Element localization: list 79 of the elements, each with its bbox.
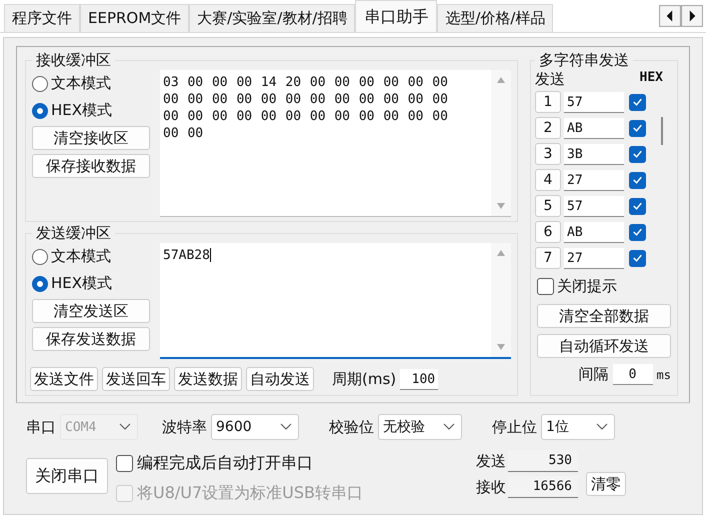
action-button[interactable]: 发送数据	[174, 367, 242, 391]
hex-checkbox[interactable]	[629, 224, 646, 240]
action-button[interactable]: 自动循环发送	[537, 334, 671, 358]
action-button[interactable]: 发送文件	[30, 367, 98, 391]
hex-checkbox[interactable]	[629, 250, 646, 266]
radio-button[interactable]	[32, 248, 48, 264]
group-title: 接收缓冲区	[35, 51, 112, 70]
group-title: 发送缓冲区	[35, 224, 112, 243]
send-index-button[interactable]: 1	[535, 91, 561, 113]
chevron-down-icon	[119, 423, 131, 431]
setting-label: 波特率	[162, 418, 207, 436]
close-port-button[interactable]: 关闭串口	[26, 458, 108, 494]
chevron-down-icon	[280, 423, 292, 431]
checkbox-label: 将U8/U7设置为标准USB转串口	[137, 482, 364, 504]
radio-label: HEX模式	[51, 101, 112, 120]
column-header: HEX	[640, 70, 663, 87]
send-index-button[interactable]: 6	[535, 221, 561, 243]
tab[interactable]: 串口助手	[355, 0, 438, 32]
counter-label: 接收	[476, 478, 506, 496]
tab[interactable]: 程序文件	[4, 4, 80, 32]
string-field[interactable]: 27	[564, 170, 624, 190]
scroll-left-icon[interactable]	[659, 5, 681, 27]
checkbox[interactable]	[537, 278, 554, 295]
period-field[interactable]: 100	[400, 368, 438, 390]
group-title: 多字符串发送	[538, 51, 630, 70]
send-index-button[interactable]: 7	[535, 247, 561, 269]
radio-label: HEX模式	[51, 274, 112, 293]
send-index-button[interactable]: 5	[535, 195, 561, 217]
radio-label: 文本模式	[51, 247, 111, 266]
radio-button[interactable]	[32, 276, 48, 292]
string-field[interactable]: AB	[564, 118, 624, 138]
radio-label: 文本模式	[51, 74, 111, 93]
checkbox[interactable]	[116, 454, 133, 472]
dropdown[interactable]: 无校验	[378, 414, 462, 440]
string-field[interactable]: 3B	[564, 144, 624, 164]
send-data: 57AB28	[162, 247, 211, 264]
counter-label: 发送	[476, 452, 506, 470]
chevron-down-icon	[443, 423, 455, 431]
dropdown[interactable]: 1位	[541, 414, 615, 440]
action-button[interactable]: 清空发送区	[32, 299, 150, 323]
send-index-button[interactable]: 3	[535, 143, 561, 165]
tab[interactable]: 大赛/实验室/教材/招聘	[189, 4, 356, 32]
action-button[interactable]: 保存接收数据	[32, 154, 150, 178]
dropdown[interactable]: 9600	[211, 414, 299, 440]
hex-checkbox[interactable]	[629, 172, 646, 188]
setting-label: 串口	[26, 418, 56, 436]
action-button[interactable]: 自动发送	[246, 367, 314, 391]
string-field[interactable]: 57	[564, 196, 624, 216]
setting-label: 校验位	[329, 418, 374, 436]
chevron-down-icon	[596, 423, 608, 431]
action-button[interactable]: 清空接收区	[32, 126, 150, 150]
period-label: 周期(ms)	[332, 370, 396, 388]
radio-button[interactable]	[32, 76, 48, 92]
string-field[interactable]: 27	[564, 248, 624, 268]
hex-checkbox[interactable]	[629, 198, 646, 214]
action-button[interactable]: 保存发送数据	[32, 327, 150, 351]
string-field[interactable]: AB	[564, 222, 624, 242]
checkbox-label: 关闭提示	[557, 277, 617, 296]
radio-button[interactable]	[32, 102, 48, 118]
scrollbar-thumb[interactable]	[661, 117, 663, 145]
unit-label: ms	[656, 368, 671, 382]
tab[interactable]: 选型/价格/样品	[437, 4, 554, 32]
hex-checkbox[interactable]	[629, 94, 646, 110]
tab[interactable]: EEPROM文件	[80, 4, 190, 32]
column-header: 发送	[535, 70, 565, 89]
interval-label: 间隔	[578, 365, 609, 384]
hex-checkbox[interactable]	[629, 120, 646, 136]
reset-button[interactable]: 清零	[586, 472, 626, 496]
hex-checkbox[interactable]	[629, 146, 646, 162]
action-button[interactable]: 发送回车	[102, 367, 170, 391]
scroll-right-icon[interactable]	[681, 5, 703, 27]
string-field[interactable]: 57	[564, 92, 624, 112]
setting-label: 停止位	[492, 418, 537, 436]
checkbox-label: 编程完成后自动打开串口	[137, 452, 313, 474]
send-index-button[interactable]: 4	[535, 169, 561, 191]
interval-field[interactable]: 0	[612, 364, 653, 385]
send-index-button[interactable]: 2	[535, 117, 561, 139]
action-button[interactable]: 清空全部数据	[537, 304, 671, 328]
received-data: 03 00 00 00 14 20 00 00 00 00 00 00 00 00 00 00 00 00 00 00 00 00 00 00 00 00 00 00 00 00 00 00 00 00 00 00 00 00	[162, 74, 449, 142]
